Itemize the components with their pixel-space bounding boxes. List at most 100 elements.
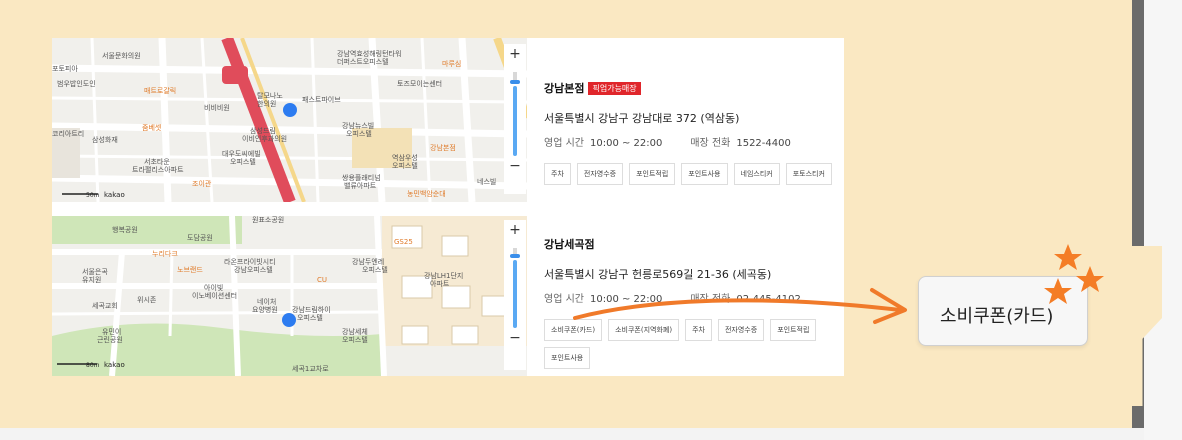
tag-e-receipt: 전자영수증 xyxy=(576,163,624,185)
tag-point-use: 포인트사용 xyxy=(544,347,591,369)
hours-label: 영업 시간 xyxy=(544,138,584,149)
svg-text:더퍼스트오피스텔: 더퍼스트오피스텔 xyxy=(337,57,389,66)
coupon-callout-label: 소비쿠폰(카드) xyxy=(940,306,1054,327)
svg-text:아이빛: 아이빛 xyxy=(204,283,223,292)
svg-text:라온프라이빗시티: 라온프라이빗시티 xyxy=(224,257,276,266)
svg-text:서울은곡: 서울은곡 xyxy=(82,267,108,276)
svg-text:한의원: 한의원 xyxy=(257,99,276,108)
svg-text:도담공원: 도담공원 xyxy=(187,233,213,242)
zoom-slider-handle[interactable] xyxy=(510,254,520,258)
tag-name-sticker: 네임스티커 xyxy=(733,163,780,185)
tag-coupon-local: 소비쿠폰(지역화폐) xyxy=(608,319,680,341)
svg-text:GS25: GS25 xyxy=(394,238,413,246)
svg-text:CU: CU xyxy=(317,276,327,284)
store-name: 강남본점 픽업가능매장 xyxy=(544,80,834,96)
svg-text:역삼우성: 역삼우성 xyxy=(392,153,418,162)
svg-text:조이관: 조이관 xyxy=(192,179,212,188)
map-scale-2: 80m xyxy=(86,362,100,369)
store-map-segok[interactable]: 원표소공원 행복공원 도담공원 누리다크 노브랜드 라온프라이빗시티 강남오피스텔 강남… xyxy=(52,216,527,376)
svg-text:범우밥인도인: 범우밥인도인 xyxy=(57,79,96,88)
svg-text:토즈모이는센터: 토즈모이는센터 xyxy=(397,79,442,88)
tag-parking: 주차 xyxy=(685,319,712,341)
tag-point-earn: 포인트적립 xyxy=(629,163,676,185)
svg-text:이비인후과의원: 이비인후과의원 xyxy=(242,134,287,143)
store-item-segok[interactable]: 강남세곡점 서울특별시 강남구 헌릉로569길 21-36 (세곡동) 영업 시… xyxy=(544,236,834,369)
svg-text:유민이: 유민이 xyxy=(102,327,121,336)
store-name-text: 강남본점 xyxy=(544,82,585,95)
svg-text:농민백암순대: 농민백암순대 xyxy=(407,189,446,198)
store-list-card: 포토피아 서울문화의원 범우밥인도인 매트로갈릭 비비비원 탈모나노 한의원 패스트파이… xyxy=(52,38,844,376)
store-tags: 소비쿠폰(카드) 소비쿠폰(지역화폐) 주차 전자영수증 포인트적립 포인트사용 xyxy=(544,319,834,369)
svg-text:밸류아파트: 밸류아파트 xyxy=(344,181,377,190)
svg-text:오피스텔: 오피스텔 xyxy=(346,129,372,138)
svg-text:삼성화재: 삼성화재 xyxy=(92,135,118,144)
pickup-badge: 픽업가능매장 xyxy=(588,81,641,95)
map-zoom-control-2[interactable]: + − xyxy=(504,220,526,370)
svg-text:유지원: 유지원 xyxy=(82,275,101,284)
phone-value: 02-445-4102 xyxy=(736,294,801,305)
svg-text:마루심: 마루심 xyxy=(442,59,461,68)
store-info: 영업 시간 10:00 ~ 22:00 매장 전화 02-445-4102 xyxy=(544,290,834,305)
phone-value: 1522-4400 xyxy=(736,138,791,149)
phone-label: 매장 전화 xyxy=(690,294,731,305)
svg-text:누리다크: 누리다크 xyxy=(152,249,178,258)
store-name-text: 강남세곡점 xyxy=(544,238,595,251)
zoom-in-button[interactable]: + xyxy=(504,46,526,62)
svg-text:노브랜드: 노브랜드 xyxy=(177,265,203,274)
tag-point-earn: 포인트적립 xyxy=(770,319,817,341)
store-tags: 주차 전자영수증 포인트적립 포인트사용 네임스티커 포토스티커 xyxy=(544,163,834,185)
svg-text:줌베셋: 줌베셋 xyxy=(142,123,162,132)
map-zoom-control-1[interactable]: + − xyxy=(504,44,526,194)
tag-point-use: 포인트사용 xyxy=(681,163,728,185)
store-address: 서울특별시 강남구 강남대로 372 (역삼동) xyxy=(544,112,740,125)
svg-text:오피스텔: 오피스텔 xyxy=(342,335,368,344)
map-scale-1: 50m xyxy=(86,192,100,199)
svg-text:이노베이션센터: 이노베이션센터 xyxy=(192,291,237,300)
store-map-gangnam[interactable]: 포토피아 서울문화의원 범우밥인도인 매트로갈릭 비비비원 탈모나노 한의원 패스트파이… xyxy=(52,38,527,202)
zoom-out-button[interactable]: − xyxy=(504,158,526,174)
zoom-in-button[interactable]: + xyxy=(504,222,526,238)
svg-text:요양병원: 요양병원 xyxy=(252,305,278,314)
store-address: 서울특별시 강남구 헌릉로569길 21-36 (세곡동) xyxy=(544,268,772,281)
svg-text:패스트파이브: 패스트파이브 xyxy=(302,95,341,104)
tag-e-receipt: 전자영수증 xyxy=(717,319,765,341)
hours-value: 10:00 ~ 22:00 xyxy=(589,138,663,149)
store-name: 강남세곡점 xyxy=(544,236,834,252)
svg-text:근린공원: 근린공원 xyxy=(97,335,123,344)
svg-text:행복공원: 행복공원 xyxy=(112,225,138,234)
svg-text:서울문화의원: 서울문화의원 xyxy=(102,51,141,60)
tag-coupon-card: 소비쿠폰(카드) xyxy=(544,319,603,341)
svg-text:강남LH1단지: 강남LH1단지 xyxy=(424,271,463,280)
svg-text:오피스텔: 오피스텔 xyxy=(297,313,323,322)
phone-label: 매장 전화 xyxy=(690,138,731,149)
hours-value: 10:00 ~ 22:00 xyxy=(589,294,663,305)
map-brand-2: kakao xyxy=(104,361,125,369)
svg-text:쌍용플래티넘: 쌍용플래티넘 xyxy=(342,173,381,182)
svg-text:강남세체: 강남세체 xyxy=(342,327,368,336)
svg-text:세곡1교차로: 세곡1교차로 xyxy=(292,364,329,373)
svg-text:강남본점: 강남본점 xyxy=(430,143,456,152)
svg-text:삼성드림: 삼성드림 xyxy=(250,126,276,135)
zoom-slider-handle[interactable] xyxy=(510,80,520,84)
right-margin xyxy=(1144,0,1182,440)
svg-text:네이처: 네이처 xyxy=(257,297,276,306)
svg-text:네스빌: 네스빌 xyxy=(477,177,496,186)
svg-text:코리아트리: 코리아트리 xyxy=(52,129,84,138)
svg-text:비비비원: 비비비원 xyxy=(204,103,230,112)
svg-text:오피스텔: 오피스텔 xyxy=(362,265,388,274)
svg-text:강남역효성해링턴타워: 강남역효성해링턴타워 xyxy=(337,49,401,58)
svg-text:강남뉴스빌: 강남뉴스빌 xyxy=(342,121,374,130)
svg-text:탈모나노: 탈모나노 xyxy=(257,91,283,100)
svg-text:아파트: 아파트 xyxy=(430,279,450,288)
zoom-out-button[interactable]: − xyxy=(504,330,526,346)
tag-photo-sticker: 포토스티커 xyxy=(785,163,832,185)
svg-text:오피스텔: 오피스텔 xyxy=(392,161,418,170)
svg-text:세곡교회: 세곡교회 xyxy=(92,301,118,310)
svg-text:강남오피스텔: 강남오피스텔 xyxy=(234,265,273,274)
hours-label: 영업 시간 xyxy=(544,294,584,305)
svg-text:위시존: 위시존 xyxy=(137,296,157,304)
svg-text:강남두엔레: 강남두엔레 xyxy=(352,257,384,266)
store-item-gangnam[interactable]: 강남본점 픽업가능매장 서울특별시 강남구 강남대로 372 (역삼동) 영업 … xyxy=(544,80,834,185)
tag-parking: 주차 xyxy=(544,163,571,185)
map-brand-1: kakao xyxy=(104,191,125,199)
